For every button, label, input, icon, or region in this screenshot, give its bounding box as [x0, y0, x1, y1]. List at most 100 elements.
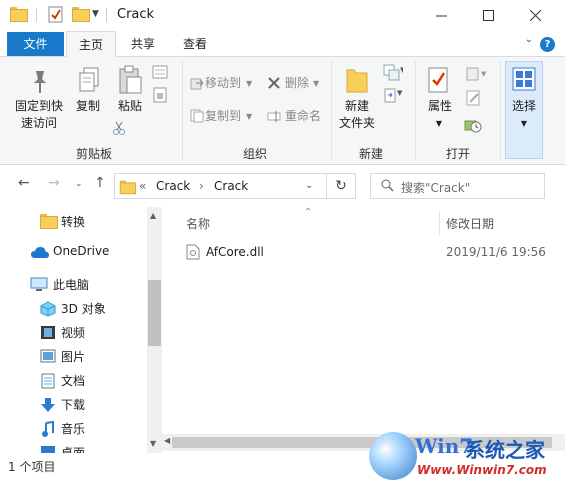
- properties-quick-icon[interactable]: [48, 6, 64, 26]
- tab-share[interactable]: 共享: [118, 31, 168, 57]
- nav-item-desktop[interactable]: 桌面: [0, 441, 148, 453]
- group-label-organize: 组织: [242, 147, 267, 161]
- nav-item-documents[interactable]: 文档: [0, 369, 148, 391]
- nav-item-3d-objects[interactable]: 3D 对象: [0, 297, 148, 319]
- tab-view[interactable]: 查看: [170, 31, 220, 57]
- new-folder-button-label-2[interactable]: 文件夹: [334, 115, 380, 132]
- divider[interactable]: [439, 211, 440, 235]
- nav-item-label: 文档: [61, 374, 86, 388]
- new-folder-button-label-1[interactable]: 新建: [334, 98, 380, 115]
- search-input[interactable]: 搜索"Crack": [370, 173, 545, 199]
- nav-item-label: 3D 对象: [61, 302, 106, 316]
- chevron-down-icon[interactable]: ⌄: [305, 180, 313, 191]
- file-modified: 2019/11/6 19:56: [446, 245, 546, 259]
- minimize-button[interactable]: [418, 0, 464, 31]
- forward-arrow-icon[interactable]: →: [48, 175, 60, 191]
- move-to-icon[interactable]: [190, 76, 204, 93]
- history-icon[interactable]: [464, 116, 482, 137]
- rename-button[interactable]: 重命名: [285, 108, 321, 125]
- divider: [36, 8, 37, 22]
- nav-item-label: 下载: [61, 398, 86, 412]
- nav-pane-scrollbar[interactable]: ▲ ▼: [147, 207, 162, 453]
- copy-icon[interactable]: [78, 67, 100, 98]
- chevron-down-icon[interactable]: ▼: [246, 75, 252, 92]
- nav-item-convert[interactable]: 转换: [0, 210, 148, 232]
- chevron-down-icon[interactable]: ▼: [313, 75, 319, 92]
- chevron-right-icon[interactable]: ›: [199, 179, 204, 193]
- help-button[interactable]: ?: [540, 37, 555, 52]
- column-header-name[interactable]: 名称: [186, 215, 210, 232]
- copy-path-icon[interactable]: [152, 65, 168, 82]
- close-button[interactable]: [512, 0, 558, 31]
- move-to-button[interactable]: 移动到: [205, 75, 241, 92]
- recent-locations-icon[interactable]: ⌄: [75, 179, 83, 189]
- pin-button-label-1[interactable]: 固定到快: [10, 98, 68, 115]
- breadcrumb-item[interactable]: Crack: [214, 179, 248, 193]
- scroll-left-icon[interactable]: ◀: [164, 436, 170, 445]
- chevron-down-icon[interactable]: ▼: [432, 115, 446, 132]
- group-label-new: 新建: [358, 147, 383, 161]
- chevron-down-icon[interactable]: ⌄: [525, 34, 533, 45]
- nav-item-music[interactable]: 音乐: [0, 417, 148, 439]
- dll-file-icon: [186, 244, 200, 263]
- new-folder-icon[interactable]: [346, 67, 368, 96]
- scroll-down-icon[interactable]: ▼: [150, 439, 156, 448]
- refresh-icon: ↻: [335, 178, 347, 194]
- refresh-button[interactable]: ↻: [326, 173, 356, 199]
- new-folder-quick-icon[interactable]: [72, 7, 90, 22]
- rename-icon[interactable]: [267, 109, 281, 126]
- nav-item-downloads[interactable]: 下载: [0, 393, 148, 415]
- item-count: 1 个项目: [8, 460, 56, 474]
- easy-access-icon[interactable]: ▼: [383, 87, 403, 108]
- title-bar: ▼ Crack: [0, 0, 565, 31]
- paste-shortcut-icon[interactable]: [152, 87, 168, 106]
- up-arrow-icon[interactable]: ↑: [94, 175, 106, 191]
- nav-item-label: 音乐: [61, 422, 86, 436]
- scroll-up-icon[interactable]: ▲: [150, 211, 156, 220]
- music-icon: [41, 420, 55, 440]
- quick-access-dropdown-icon[interactable]: ▼: [92, 9, 99, 19]
- group-label-open: 打开: [445, 147, 470, 161]
- ribbon: 固定到快 速访问 复制 粘贴 剪贴板 移动到 ▼ 复制到 ▼ 删除 ▼ 重命名 …: [0, 57, 565, 165]
- cut-icon[interactable]: [112, 121, 126, 138]
- maximize-button[interactable]: [465, 0, 511, 31]
- chevron-down-icon[interactable]: ▼: [246, 108, 252, 125]
- file-list: ⌃ 名称 修改日期 AfCore.dll 2019/11/6 19:56: [162, 207, 565, 453]
- tab-file[interactable]: 文件: [7, 32, 64, 56]
- nav-item-onedrive[interactable]: OneDrive: [0, 241, 148, 263]
- nav-item-pictures[interactable]: 图片: [0, 345, 148, 367]
- delete-icon[interactable]: [267, 76, 281, 93]
- divider: [415, 61, 416, 159]
- svg-text:▼: ▼: [481, 70, 487, 78]
- pin-button-label-2[interactable]: 速访问: [10, 115, 68, 132]
- paste-icon[interactable]: [117, 65, 143, 98]
- pin-icon[interactable]: [28, 69, 52, 98]
- back-arrow-icon[interactable]: ←: [18, 175, 30, 191]
- new-item-icon[interactable]: ▼: [383, 64, 406, 85]
- breadcrumb-item[interactable]: Crack: [156, 179, 190, 193]
- nav-item-label: OneDrive: [53, 244, 110, 258]
- properties-button[interactable]: 属性: [420, 98, 460, 115]
- watermark-cn: 系统之家: [465, 438, 545, 462]
- copy-to-button[interactable]: 复制到: [205, 108, 241, 125]
- open-icon[interactable]: ▼: [466, 66, 490, 85]
- edit-icon[interactable]: [466, 90, 482, 109]
- tab-home[interactable]: 主页: [66, 31, 116, 58]
- computer-icon: [30, 277, 48, 295]
- nav-item-this-pc[interactable]: 此电脑: [0, 273, 148, 295]
- copy-button[interactable]: 复制: [70, 98, 106, 115]
- select-grid-icon[interactable]: [512, 67, 536, 94]
- copy-to-icon[interactable]: [190, 109, 204, 126]
- scrollbar-thumb[interactable]: [148, 280, 161, 346]
- select-button-label[interactable]: 选择: [506, 98, 542, 115]
- nav-item-label: 转换: [61, 215, 86, 229]
- breadcrumb-overflow[interactable]: «: [139, 179, 146, 193]
- paste-button[interactable]: 粘贴: [112, 98, 148, 115]
- delete-button[interactable]: 删除: [285, 75, 309, 92]
- column-header-modified[interactable]: 修改日期: [446, 215, 494, 232]
- chevron-down-icon[interactable]: ▼: [517, 115, 531, 132]
- address-bar[interactable]: « Crack › Crack ⌄: [114, 173, 327, 199]
- nav-item-videos[interactable]: 视频: [0, 321, 148, 343]
- properties-icon[interactable]: [427, 66, 451, 97]
- table-row[interactable]: AfCore.dll 2019/11/6 19:56: [182, 241, 557, 263]
